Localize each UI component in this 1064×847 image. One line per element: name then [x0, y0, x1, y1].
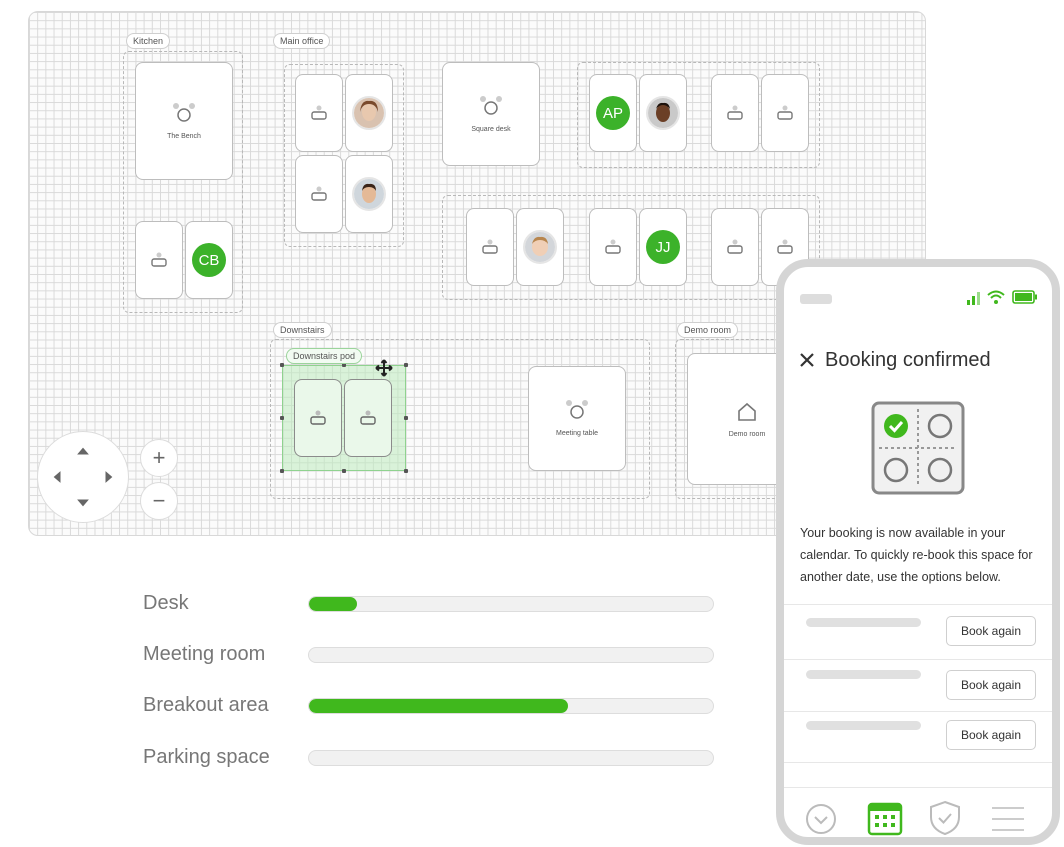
divider	[784, 711, 1052, 712]
user-photo	[646, 96, 680, 130]
desk-booked[interactable]	[345, 155, 393, 233]
desk-icon	[360, 410, 376, 425]
desk-icon	[605, 239, 621, 254]
booking-placeholder-line	[806, 721, 921, 730]
resize-handle[interactable]	[404, 416, 408, 420]
space-the-bench[interactable]: The Bench	[135, 62, 233, 180]
desk[interactable]	[295, 74, 343, 152]
space-label: Demo room	[728, 430, 766, 438]
usage-progress-fill	[309, 699, 568, 713]
desk-booked[interactable]	[345, 74, 393, 152]
check-circle-icon[interactable]	[804, 802, 838, 836]
desk-icon	[777, 239, 793, 254]
table-icon	[480, 95, 502, 115]
desk-icon	[727, 105, 743, 120]
table-icon	[566, 400, 588, 419]
desk-booked[interactable]	[516, 208, 564, 286]
zoom-in-button[interactable]: +	[140, 439, 178, 477]
book-again-button[interactable]: Book again	[946, 720, 1036, 750]
space-meeting-table[interactable]: Meeting table	[528, 366, 626, 471]
wifi-icon	[987, 290, 1005, 304]
resize-handle[interactable]	[280, 469, 284, 473]
desk-booked[interactable]	[639, 74, 687, 152]
space-label: Meeting table	[555, 430, 599, 437]
resize-handle[interactable]	[342, 469, 346, 473]
battery-icon	[1012, 290, 1037, 304]
booking-placeholder-line	[806, 618, 921, 627]
desk-booked-jj[interactable]: JJ	[639, 208, 687, 286]
usage-label: Parking space	[143, 746, 270, 768]
desk-pod-booked-icon	[871, 401, 965, 495]
desk[interactable]	[135, 221, 183, 299]
usage-progress-bar	[308, 750, 714, 766]
zone-label-downstairs: Downstairs	[273, 322, 332, 338]
bottom-nav-divider	[784, 787, 1052, 788]
desk[interactable]	[711, 74, 759, 152]
status-bar-placeholder	[800, 294, 832, 304]
booking-title: Booking confirmed	[825, 349, 991, 371]
divider	[784, 659, 1052, 660]
zone-label-downstairs-pod: Downstairs pod	[286, 348, 363, 364]
avatar-cb: CB	[192, 243, 226, 277]
zone-label-kitchen: Kitchen	[126, 33, 171, 49]
menu-icon[interactable]	[990, 805, 1026, 833]
space-square-desk[interactable]: Square desk	[442, 62, 540, 166]
desk-icon	[311, 105, 327, 120]
book-again-button[interactable]: Book again	[946, 616, 1036, 646]
desk-booked-ap[interactable]: AP	[589, 74, 637, 152]
usage-progress-bar	[308, 698, 714, 714]
zone-label-demo-room: Demo room	[677, 322, 739, 338]
desk-icon	[482, 239, 498, 254]
user-photo	[352, 177, 386, 211]
space-label: Square desk	[471, 125, 511, 133]
shield-check-icon[interactable]	[928, 800, 962, 836]
pan-control[interactable]	[37, 431, 129, 523]
booking-message: Your booking is now available in your ca…	[800, 526, 1033, 584]
desk[interactable]	[295, 155, 343, 233]
table-icon	[173, 102, 195, 122]
resize-handle[interactable]	[280, 416, 284, 420]
pod-desk[interactable]	[294, 379, 342, 457]
pod-desk[interactable]	[344, 379, 392, 457]
usage-label: Desk	[143, 592, 189, 614]
desk-icon	[310, 410, 326, 425]
move-cursor-icon	[375, 359, 393, 377]
usage-progress-bar	[308, 596, 714, 612]
arrows-icon	[53, 447, 113, 507]
desk-icon	[777, 105, 793, 120]
desk[interactable]	[589, 208, 637, 286]
zoom-out-button[interactable]: −	[140, 482, 178, 520]
divider	[784, 762, 1052, 763]
resize-handle[interactable]	[280, 363, 284, 367]
avatar-ap: AP	[596, 96, 630, 130]
desk-booked-cb[interactable]: CB	[185, 221, 233, 299]
calendar-icon[interactable]	[866, 799, 904, 837]
mobile-phone-frame: Booking confirmed Your booking is now av…	[776, 259, 1060, 845]
usage-label: Meeting room	[143, 643, 266, 665]
desk[interactable]	[466, 208, 514, 286]
desk-icon	[151, 252, 167, 267]
signal-icon	[967, 292, 980, 305]
room-icon	[738, 402, 756, 421]
resize-handle[interactable]	[404, 363, 408, 367]
booking-placeholder-line	[806, 670, 921, 679]
desk-icon	[311, 186, 327, 201]
usage-progress-bar	[308, 647, 714, 663]
desk[interactable]	[761, 74, 809, 152]
desk[interactable]	[711, 208, 759, 286]
divider	[784, 604, 1052, 605]
resize-handle[interactable]	[404, 469, 408, 473]
user-photo	[523, 230, 557, 264]
user-photo	[352, 96, 386, 130]
avatar-jj: JJ	[646, 230, 680, 264]
book-again-button[interactable]: Book again	[946, 670, 1036, 700]
usage-progress-fill	[309, 597, 358, 611]
close-icon[interactable]	[798, 351, 816, 369]
usage-label: Breakout area	[143, 694, 269, 716]
desk-icon	[727, 239, 743, 254]
zone-label-main-office: Main office	[273, 33, 331, 49]
space-label: The Bench	[167, 132, 201, 140]
